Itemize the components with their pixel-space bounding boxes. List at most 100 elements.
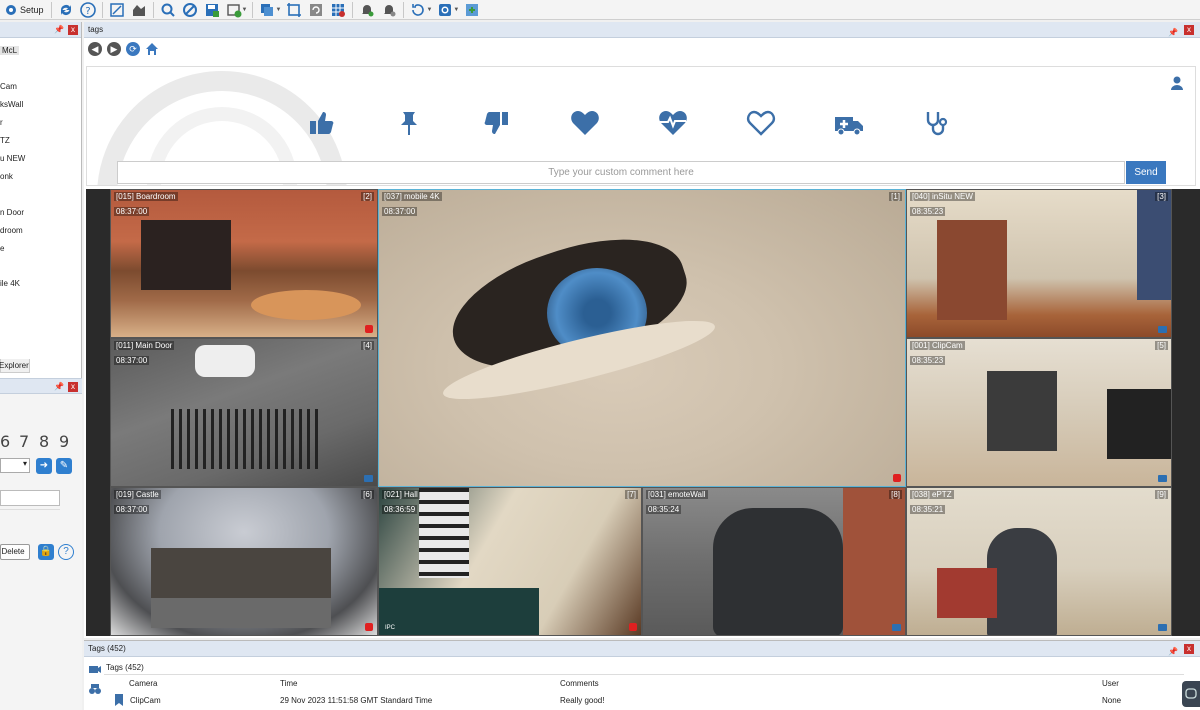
preset-name-field[interactable] (0, 490, 60, 506)
row-camera[interactable]: ClipCam (130, 696, 161, 705)
preset-digit[interactable]: 8 (39, 432, 49, 451)
pin-icon[interactable]: 📌 (54, 25, 64, 34)
recording-icon (893, 474, 901, 482)
preset-digit[interactable]: 7 (19, 432, 29, 451)
column-header-camera[interactable]: Camera (129, 679, 157, 688)
camera-list-item[interactable]: droom (0, 226, 23, 235)
preset-dropdown[interactable]: ▾ (0, 458, 30, 473)
reload-button[interactable]: ⟳ (126, 42, 140, 56)
setup-button[interactable]: Setup (0, 3, 48, 17)
pin-icon[interactable]: 📌 (1168, 644, 1178, 660)
home-button[interactable] (145, 42, 159, 56)
column-header-user[interactable]: User (1102, 679, 1119, 688)
help-button[interactable]: ? (77, 1, 99, 19)
chevron-down-icon[interactable]: ▼ (453, 7, 459, 13)
thumbs-down-tag[interactable] (481, 107, 513, 139)
alarm-off-button[interactable] (378, 1, 400, 19)
go-preset-button[interactable]: ➜ (36, 458, 52, 474)
block-button[interactable] (179, 1, 201, 19)
preset-desc-field[interactable] (0, 509, 60, 525)
camera-filter-button[interactable] (88, 663, 102, 675)
comment-input[interactable]: Type your custom comment here (117, 161, 1125, 184)
export-button[interactable] (461, 1, 483, 19)
scene-window (937, 220, 1007, 320)
tile-camera-label: [001] ClipCam (910, 341, 965, 350)
tile-slot-number: [5] (1155, 341, 1168, 350)
column-header-comments[interactable]: Comments (560, 679, 599, 688)
heart-outline-tag[interactable] (745, 107, 777, 139)
scene-buildings (151, 548, 331, 598)
video-tile[interactable]: [021] Hall 08:36:59 [7] IPC (378, 487, 642, 636)
video-tile[interactable]: [019] Castle 08:37:00 [6] (110, 487, 378, 636)
tile-camera-label: [011] Main Door (114, 341, 175, 350)
delete-button[interactable]: Delete (0, 544, 30, 560)
search-button[interactable] (157, 1, 179, 19)
edit-preset-button[interactable]: ✎ (56, 458, 72, 474)
video-tile[interactable]: [001] ClipCam 08:35:23 [5] (906, 338, 1172, 487)
tags-panel-header: tags 📌 x (84, 22, 1200, 38)
video-tile[interactable]: [031] emoteWall 08:35:24 [8] (642, 487, 906, 636)
camera-list-item[interactable]: u NEW (0, 154, 25, 163)
tag-icon-row (305, 107, 953, 139)
column-header-time[interactable]: Time (280, 679, 297, 688)
camera-list-item[interactable]: e (0, 244, 4, 253)
forward-button[interactable]: ▶ (107, 42, 121, 56)
video-tile[interactable]: [015] Boardroom 08:37:00 [2] (110, 189, 378, 338)
preset-digit[interactable]: 6 (0, 432, 10, 451)
stethoscope-tag[interactable] (921, 107, 953, 139)
camera-list-item[interactable]: ksWall (0, 100, 23, 109)
thumbs-up-tag[interactable] (305, 107, 337, 139)
chevron-down-icon[interactable]: ▼ (275, 7, 281, 13)
layers-icon (261, 3, 274, 16)
tags-side-toolbar (88, 663, 104, 695)
heartbeat-tag[interactable] (657, 107, 689, 139)
camera-list-item[interactable]: n Door (0, 208, 24, 217)
close-icon[interactable]: x (68, 382, 78, 392)
user-button[interactable] (1169, 75, 1185, 93)
rotate-button[interactable] (305, 1, 327, 19)
preset-digit[interactable]: 9 (59, 432, 69, 451)
camera-list-item[interactable]: ile 4K (0, 279, 20, 288)
chevron-down-icon[interactable]: ▼ (242, 7, 248, 13)
video-tile[interactable]: [037] mobile 4K 08:37:00 [1] (378, 189, 906, 487)
tags-list-panel: Tags (452) 📌 x Tags (452) Camera Time Co… (84, 640, 1200, 710)
camera-list-item[interactable]: onk (0, 172, 13, 181)
chevron-down-icon[interactable]: ▼ (426, 7, 432, 13)
camera-list-item[interactable]: TZ (0, 136, 10, 145)
camera-icon (364, 475, 373, 482)
ambulance-tag[interactable] (833, 107, 865, 139)
video-tile[interactable]: [040] inSitu NEW 08:35:23 [3] (906, 189, 1172, 338)
send-button[interactable]: Send (1126, 161, 1166, 184)
camera-list-item[interactable]: Cam (0, 82, 17, 91)
tab-explorer[interactable]: Explorer (0, 359, 30, 373)
pin-tag[interactable] (393, 107, 425, 139)
alarm-button[interactable] (356, 1, 378, 19)
row-time[interactable]: 29 Nov 2023 11:51:58 GMT Standard Time (280, 696, 432, 705)
tree-root[interactable]: McL (0, 46, 20, 55)
close-icon[interactable]: x (68, 25, 78, 35)
close-icon[interactable]: x (1184, 644, 1194, 654)
grid-button[interactable] (327, 1, 349, 19)
back-button[interactable]: ◀ (88, 42, 102, 56)
sync-button[interactable] (55, 1, 77, 19)
assistant-widget[interactable] (1182, 681, 1200, 707)
save-button[interactable] (201, 1, 223, 19)
close-icon[interactable]: x (1184, 25, 1194, 35)
row-comments[interactable]: Really good! (560, 696, 604, 705)
pencil-icon: ✎ (59, 460, 69, 471)
lock-button[interactable]: 🔒 (38, 544, 54, 560)
row-user[interactable]: None (1102, 696, 1121, 705)
pin-icon[interactable]: 📌 (54, 382, 64, 391)
layout-button[interactable] (128, 1, 150, 19)
pin-icon[interactable]: 📌 (1168, 25, 1178, 41)
video-tile[interactable]: [038] ePTZ 08:35:21 [9] (906, 487, 1172, 636)
help-icon[interactable]: ? (58, 544, 74, 560)
crop-button[interactable] (283, 1, 305, 19)
fullscreen-button[interactable] (106, 1, 128, 19)
refresh-icon (412, 3, 425, 16)
export-list-button[interactable] (88, 683, 102, 695)
toolbar-separator (152, 1, 154, 18)
video-tile[interactable]: [011] Main Door 08:37:00 [4] (110, 338, 378, 487)
heart-tag[interactable] (569, 107, 601, 139)
camera-list-item[interactable]: r (0, 118, 3, 127)
